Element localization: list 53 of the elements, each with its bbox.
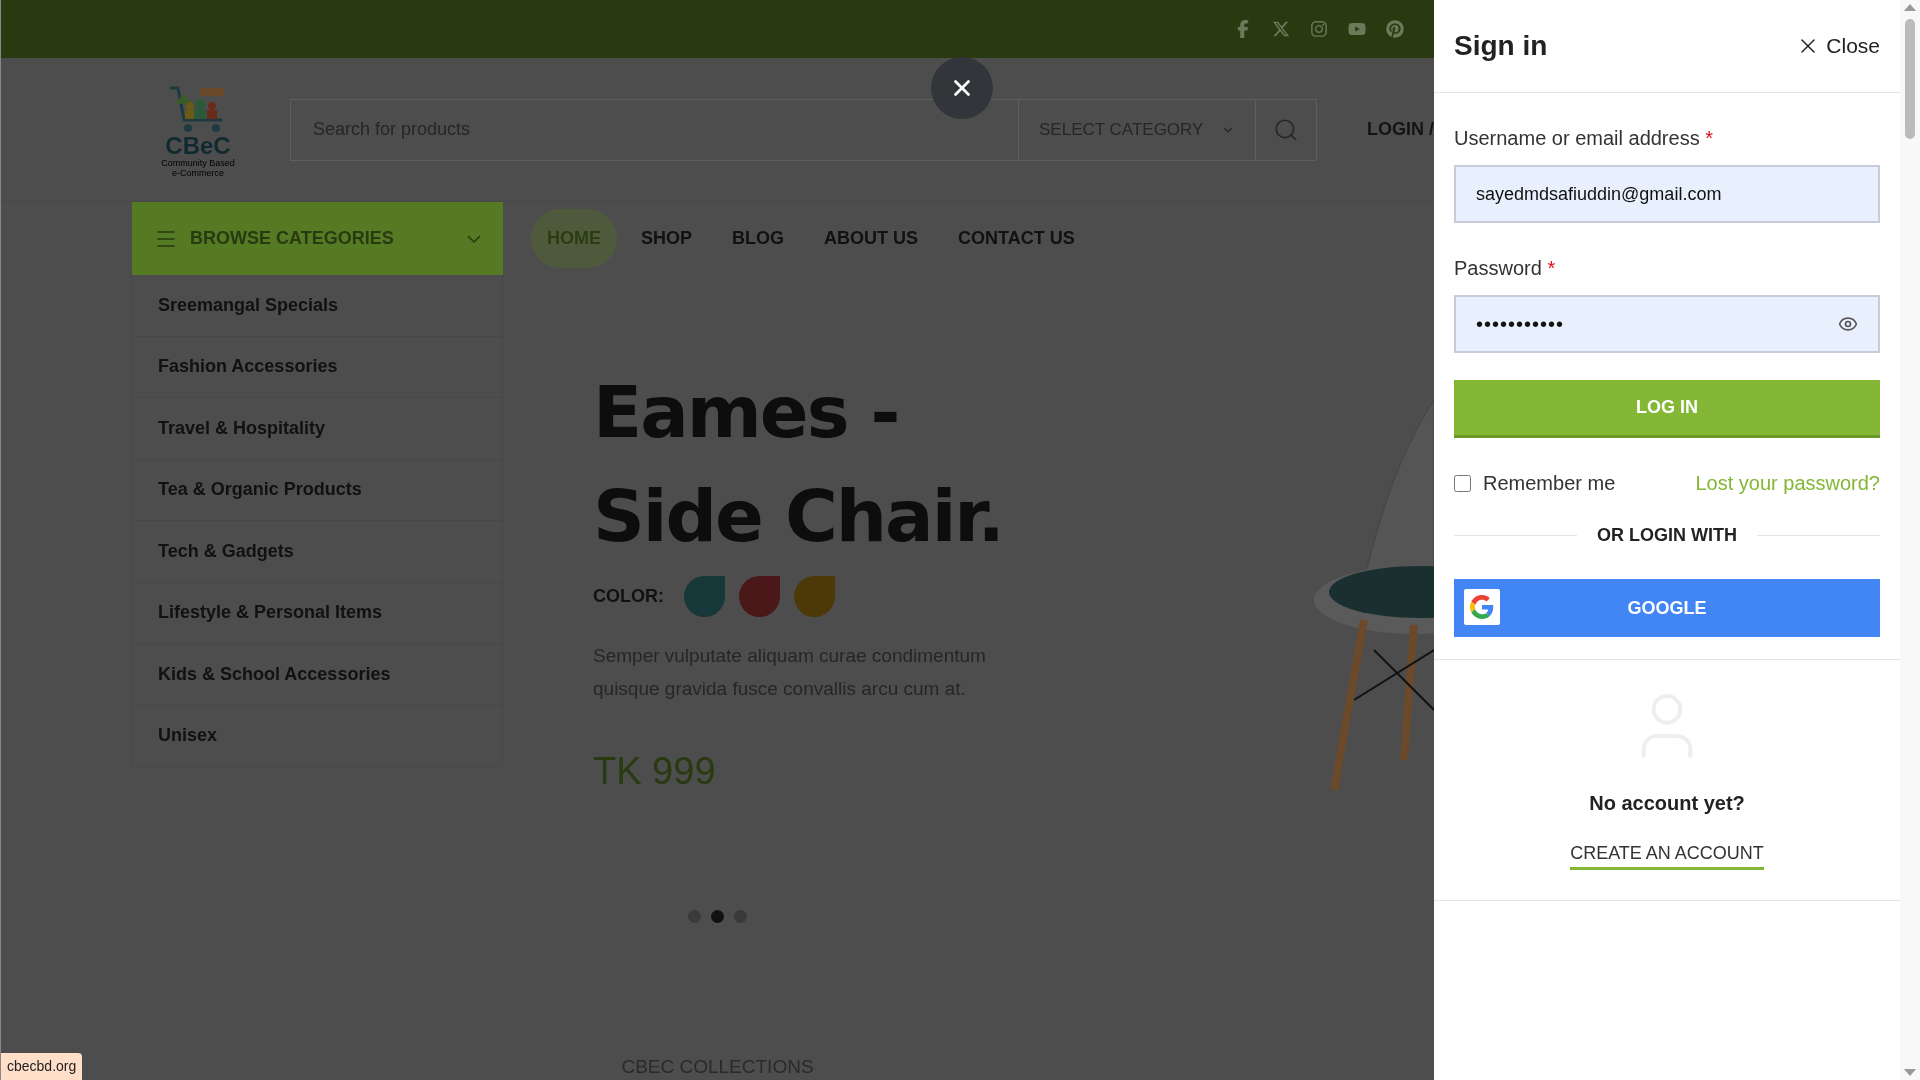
color-swatch[interactable] — [739, 576, 780, 617]
username-label: Username or email address * — [1454, 126, 1714, 151]
create-account-link[interactable]: CREATE AN ACCOUNT — [1570, 840, 1764, 870]
close-button[interactable]: Close — [1796, 30, 1880, 62]
google-icon — [1464, 589, 1500, 625]
color-swatch[interactable] — [684, 576, 725, 617]
browse-categories-bar[interactable]: BROWSE CATEGORIES — [132, 202, 503, 275]
password-field[interactable]: ••••••••••• — [1454, 295, 1880, 353]
google-button[interactable]: GOOGLE — [1454, 579, 1880, 637]
lost-password-link[interactable]: Lost your password? — [1695, 468, 1880, 498]
color-swatch[interactable] — [794, 576, 835, 617]
scrollbar-thumb[interactable] — [1905, 19, 1915, 139]
hero-title: Side Chair. — [593, 473, 1004, 560]
category-item[interactable]: Unisex — [132, 705, 503, 767]
nav-link[interactable]: ABOUT US — [808, 209, 934, 268]
password-value: ••••••••••• — [1476, 312, 1565, 337]
category-item[interactable]: Kids & School Accessories — [132, 644, 503, 706]
username-field[interactable]: sayedmdsafiuddin@gmail.com — [1454, 165, 1880, 223]
chevron-down-icon — [467, 234, 481, 243]
login-link[interactable]: LOGIN / — [1367, 116, 1434, 143]
category-item[interactable]: Tea & Organic Products — [132, 459, 503, 521]
scroll-up-icon[interactable] — [1904, 4, 1916, 11]
hero-title: Eames - — [593, 369, 900, 456]
search-button[interactable] — [1255, 98, 1317, 161]
category-item[interactable]: Lifestyle & Personal Items — [132, 582, 503, 644]
scrollbar[interactable] — [1900, 0, 1920, 1080]
panel-title: Sign in — [1454, 29, 1548, 63]
logo-subtitle: Community Based e-Commerce — [160, 157, 236, 178]
category-item[interactable]: Fashion Accessories — [132, 336, 503, 398]
login-button[interactable]: LOG IN — [1454, 380, 1880, 438]
nav-link[interactable]: SHOP — [625, 209, 708, 268]
logo[interactable]: CBeC Community Based e-Commerce — [156, 81, 240, 178]
logo-title: CBeC — [165, 133, 231, 158]
color-label: COLOR: — [593, 585, 664, 608]
nav-link[interactable]: BLOG — [716, 209, 800, 268]
status-url: cbecbd.org — [1, 1053, 83, 1080]
scroll-down-icon[interactable] — [1904, 1069, 1916, 1076]
youtube-icon[interactable] — [1348, 20, 1366, 38]
nav-link[interactable]: CONTACT US — [942, 209, 1091, 268]
hero-price: TK 999 — [593, 749, 717, 794]
x-icon[interactable] — [1272, 20, 1290, 38]
browse-categories-label: BROWSE CATEGORIES — [190, 227, 395, 250]
no-account-text: No account yet? — [1589, 791, 1745, 816]
instagram-icon[interactable] — [1310, 20, 1328, 38]
category-item[interactable]: Tech & Gadgets — [132, 521, 503, 583]
remember-checkbox[interactable] — [1454, 474, 1471, 492]
category-item[interactable]: Travel & Hospitality — [132, 398, 503, 460]
eye-icon[interactable] — [1838, 314, 1858, 334]
or-login-with-label: OR LOGIN WITH — [1597, 524, 1737, 547]
pinterest-icon[interactable] — [1386, 20, 1404, 38]
category-item[interactable]: Sreemangal Specials — [132, 275, 503, 337]
remember-label: Remember me — [1483, 471, 1616, 496]
password-label: Password * — [1454, 256, 1557, 281]
